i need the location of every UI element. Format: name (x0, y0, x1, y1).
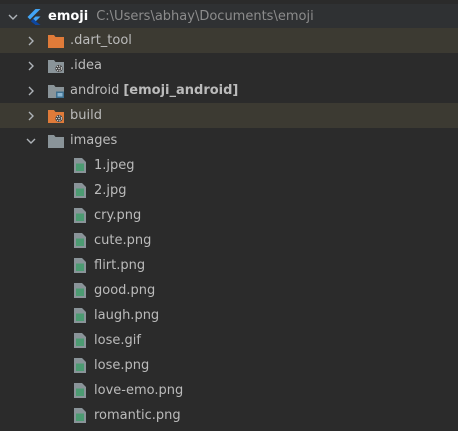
module-name: [emoji_android] (123, 83, 239, 98)
folder-label: build (70, 108, 102, 123)
folder-label: android (70, 83, 120, 98)
chevron-down-icon[interactable] (26, 136, 36, 146)
file-label: cute.png (94, 233, 152, 248)
folder-label: images (70, 133, 118, 148)
tree-file-item[interactable]: lose.gif (0, 328, 458, 353)
image-file-icon (72, 333, 88, 349)
file-label: love-emo.png (94, 383, 184, 398)
chevron-right-icon[interactable] (26, 36, 36, 46)
file-label: laugh.png (94, 308, 160, 323)
tree-file-item[interactable]: laugh.png (0, 303, 458, 328)
image-file-icon (72, 183, 88, 199)
tree-file-item[interactable]: cry.png (0, 203, 458, 228)
file-label: lose.png (94, 358, 150, 373)
image-file-icon (72, 158, 88, 174)
image-file-icon (72, 358, 88, 374)
file-label: flirt.png (94, 258, 146, 273)
tree-file-item[interactable]: love-emo.png (0, 378, 458, 403)
tree-file-item[interactable]: 1.jpeg (0, 153, 458, 178)
tree-file-item[interactable]: cute.png (0, 228, 458, 253)
tree-file-item[interactable]: flirt.png (0, 253, 458, 278)
excluded-folder-icon (48, 33, 64, 49)
tree-root-emoji[interactable]: emoji C:\Users\abhay\Documents\emoji (0, 4, 458, 29)
settings-folder-icon (48, 58, 64, 74)
flutter-icon (26, 8, 42, 25)
tree-file-item[interactable]: lose.png (0, 353, 458, 378)
excluded-settings-folder-icon (48, 108, 64, 124)
file-label: romantic.png (94, 408, 181, 423)
image-file-icon (72, 383, 88, 399)
chevron-right-icon[interactable] (26, 61, 36, 71)
file-label: cry.png (94, 208, 142, 223)
module-folder-icon (48, 83, 64, 99)
file-label: 2.jpg (94, 183, 127, 198)
file-label: good.png (94, 283, 156, 298)
tree-file-item[interactable]: romantic.png (0, 403, 458, 428)
image-file-icon (72, 233, 88, 249)
folder-icon (48, 133, 64, 149)
tree-item-build[interactable]: build (0, 103, 458, 128)
tree-file-item[interactable]: 2.jpg (0, 178, 458, 203)
root-name: emoji (48, 9, 89, 24)
file-label: 1.jpeg (94, 158, 135, 173)
root-path: C:\Users\abhay\Documents\emoji (96, 9, 314, 24)
project-tree: emoji C:\Users\abhay\Documents\emoji .da… (0, 0, 458, 431)
file-label: lose.gif (94, 333, 141, 348)
folder-label: .dart_tool (70, 33, 132, 48)
image-file-icon (72, 308, 88, 324)
tree-file-item[interactable]: good.png (0, 278, 458, 303)
tree-item-dart-tool[interactable]: .dart_tool (0, 28, 458, 53)
folder-label: .idea (70, 58, 102, 73)
image-file-icon (72, 408, 88, 424)
tree-item-android[interactable]: android [emoji_android] (0, 78, 458, 103)
tree-item-images[interactable]: images (0, 128, 458, 153)
chevron-right-icon[interactable] (26, 111, 36, 121)
image-file-icon (72, 283, 88, 299)
image-file-icon (72, 258, 88, 274)
chevron-down-icon[interactable] (8, 12, 18, 22)
tree-item-idea[interactable]: .idea (0, 53, 458, 78)
image-file-icon (72, 208, 88, 224)
chevron-right-icon[interactable] (26, 86, 36, 96)
